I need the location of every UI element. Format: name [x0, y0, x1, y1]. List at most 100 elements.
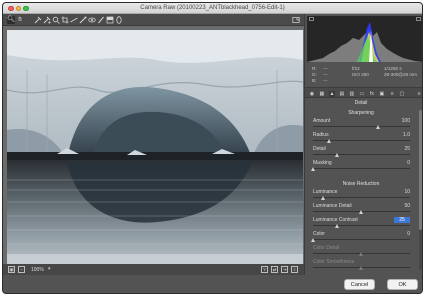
luminance-contrast-slider-track[interactable] [313, 225, 410, 227]
camera-raw-window: Camera Raw (20100223_ANTblackhead_0756-E… [2, 2, 423, 294]
effects-tab-icon[interactable]: fx [369, 91, 375, 97]
luminance-detail-slider-thumb[interactable] [359, 210, 364, 214]
zoom-tool-icon[interactable]: 🔍︎ [7, 16, 15, 24]
lens-corrections-tab-icon[interactable]: ▭ [359, 91, 365, 97]
g-label: G: [312, 72, 317, 77]
slider-row-color-smoothness: Color Smoothness [313, 259, 410, 272]
zoom-out-icon[interactable]: − [18, 266, 25, 273]
color-detail-slider-thumb [359, 252, 364, 256]
panel-tabs: ◉ ▦ ▲ ▤ ▥ ▭ fx ▣ ≡ ▢ ≡ [305, 87, 422, 98]
slider-row-detail: Detail 25 [313, 146, 410, 159]
title-bar: Camera Raw (20100223_ANTblackhead_0756-E… [3, 3, 422, 14]
filmstrip-toggle-icon[interactable]: ▣ [8, 266, 15, 273]
color-smoothness-slider-thumb [359, 266, 364, 270]
color-value-field[interactable]: 0 [394, 231, 410, 237]
b-label: B: [312, 78, 317, 83]
sharpening-section-title: Sharpening [348, 110, 374, 116]
masking-slider-track[interactable] [313, 168, 410, 170]
snapshots-tab-icon[interactable]: ▢ [399, 91, 405, 97]
window-title: Camera Raw (20100223_ANTblackhead_0756-E… [140, 5, 285, 11]
swap-settings-icon[interactable]: ⇄ [271, 266, 278, 273]
red-eye-tool-icon[interactable] [88, 16, 96, 24]
amount-label: Amount [313, 118, 331, 124]
detail-slider-track[interactable] [313, 154, 410, 156]
masking-value-field[interactable]: 0 [394, 160, 410, 166]
preview-area[interactable] [3, 26, 304, 264]
color-slider-thumb[interactable] [310, 238, 315, 242]
dialog-footer: Cancel OK [3, 275, 422, 293]
detail-value-field[interactable]: 25 [394, 146, 410, 152]
slider-row-amount: Amount 100 [313, 118, 410, 131]
toggle-preview-icon[interactable]: ≡ [291, 266, 298, 273]
crop-tool-icon[interactable] [61, 16, 69, 24]
luminance-slider-track[interactable] [313, 197, 410, 199]
slider-row-luminance-contrast: Luminance Contrast 25 [313, 217, 410, 230]
basic-tab-icon[interactable]: ◉ [309, 91, 315, 97]
histogram [307, 16, 422, 62]
detail-slider-thumb[interactable] [335, 153, 340, 157]
spot-removal-tool-icon[interactable] [79, 16, 87, 24]
zoom-level[interactable]: 100% [31, 267, 44, 273]
image-info: R: --- G: --- B: --- f/22 1/1250 s ISO 2… [305, 64, 422, 86]
hsl-tab-icon[interactable]: ▤ [339, 91, 345, 97]
b-value: --- [323, 78, 328, 83]
fullscreen-toggle-icon[interactable] [292, 16, 300, 24]
panel-scrollbar-thumb[interactable] [419, 110, 422, 230]
panel-menu-icon[interactable]: ≡ [416, 91, 422, 97]
adjustment-brush-icon[interactable] [97, 16, 105, 24]
zoom-dropdown-icon[interactable]: ▾ [48, 266, 51, 272]
highlight-clipping-icon[interactable] [416, 17, 421, 21]
luminance-contrast-slider-thumb[interactable] [335, 224, 340, 228]
preview-bottom-bar: ▣ − 100% ▾ Y ⇄ ⇥ ≡ [3, 264, 304, 275]
photo-preview[interactable] [7, 30, 303, 264]
color-slider-track[interactable] [313, 239, 410, 241]
camera-calibration-tab-icon[interactable]: ▣ [379, 91, 385, 97]
presets-tab-icon[interactable]: ≡ [389, 91, 395, 97]
tone-curve-tab-icon[interactable]: ▦ [319, 91, 325, 97]
detail-label: Detail [313, 146, 326, 152]
color-sampler-tool-icon[interactable] [43, 16, 51, 24]
aperture-value: f/22 [352, 66, 360, 71]
copy-settings-icon[interactable]: ⇥ [281, 266, 288, 273]
luminance-value-field[interactable]: 10 [394, 189, 410, 195]
amount-slider-thumb[interactable] [375, 125, 380, 129]
lens-value: 28-300@28 mm [384, 72, 418, 77]
luminance-detail-value-field[interactable]: 50 [394, 203, 410, 209]
amount-slider-track[interactable] [313, 126, 410, 128]
straighten-tool-icon[interactable] [70, 16, 78, 24]
luminance-detail-label: Luminance Detail [313, 203, 352, 209]
panel-scrollbar[interactable] [419, 110, 422, 270]
radius-value-field[interactable]: 1.0 [394, 132, 410, 138]
iso-value: ISO 250 [352, 72, 369, 77]
split-toning-tab-icon[interactable]: ▥ [349, 91, 355, 97]
masking-slider-thumb[interactable] [310, 167, 315, 171]
color-label: Color [313, 231, 325, 237]
hand-tool-icon[interactable]: ✋︎ [16, 16, 24, 24]
graduated-filter-icon[interactable] [106, 16, 114, 24]
g-value: --- [323, 72, 328, 77]
white-balance-tool-icon[interactable] [34, 16, 42, 24]
ok-button[interactable]: OK [387, 278, 418, 290]
radius-label: Radius [313, 132, 329, 138]
settings-panel: R: --- G: --- B: --- f/22 1/1250 s ISO 2… [304, 14, 422, 275]
cancel-button[interactable]: Cancel [344, 278, 375, 290]
detail-tab-icon[interactable]: ▲ [329, 90, 335, 97]
luminance-slider-thumb[interactable] [320, 196, 325, 200]
luminance-label: Luminance [313, 189, 338, 195]
slider-row-luminance: Luminance 10 [313, 189, 410, 202]
masking-label: Masking [313, 160, 332, 166]
shutter-value: 1/1250 s [384, 66, 402, 71]
slider-row-radius: Radius 1.0 [313, 132, 410, 145]
slider-row-luminance-detail: Luminance Detail 50 [313, 203, 410, 216]
before-after-toggle-icon[interactable]: Y [261, 266, 268, 273]
r-value: --- [323, 66, 328, 71]
slider-row-masking: Masking 0 [310, 160, 410, 173]
luminance-contrast-value-field[interactable]: 25 [394, 217, 410, 223]
shadow-clipping-icon[interactable] [309, 17, 314, 21]
noise-reduction-section-title: Noise Reduction [342, 181, 380, 187]
detail-panel-title: Detail [354, 100, 368, 106]
targeted-adjustment-tool-icon[interactable] [52, 16, 60, 24]
amount-value-field[interactable]: 100 [394, 118, 410, 124]
radius-slider-thumb[interactable] [327, 139, 331, 143]
radial-filter-icon[interactable] [115, 16, 123, 24]
